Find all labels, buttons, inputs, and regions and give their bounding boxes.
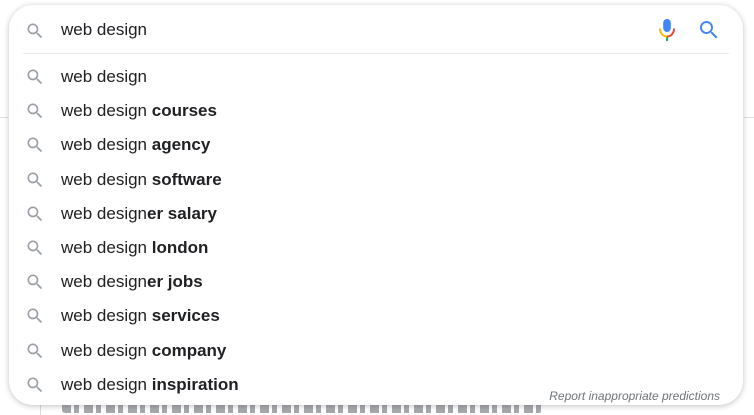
suggestion-typed-part: web design bbox=[61, 374, 152, 394]
report-predictions-link[interactable]: Report inappropriate predictions bbox=[549, 389, 720, 403]
search-divider bbox=[23, 53, 729, 54]
suggestion-typed-part: web design bbox=[61, 169, 152, 189]
search-bar bbox=[9, 5, 743, 53]
suggestion-item[interactable]: web design agency bbox=[9, 128, 743, 162]
page-divider-left bbox=[0, 117, 8, 118]
suggestion-item[interactable]: web design company bbox=[9, 334, 743, 368]
suggestion-typed-part: web design bbox=[61, 306, 152, 326]
search-icon bbox=[25, 306, 45, 326]
suggestion-typed-part: web design bbox=[61, 203, 148, 223]
suggestion-completion: software bbox=[151, 169, 222, 189]
suggestion-text: web design inspiration bbox=[61, 374, 239, 396]
suggestion-completion: courses bbox=[151, 101, 217, 121]
search-icon bbox=[25, 170, 45, 190]
suggestion-completion: company bbox=[151, 340, 227, 360]
suggestion-text: web design company bbox=[61, 340, 226, 362]
page-divider-right bbox=[744, 117, 754, 118]
suggestion-item[interactable]: web design courses bbox=[9, 94, 743, 128]
search-icon bbox=[25, 204, 45, 224]
suggestion-text: web designer salary bbox=[61, 203, 217, 225]
search-icon bbox=[25, 67, 45, 87]
search-icon bbox=[25, 238, 45, 258]
suggestion-completion: er salary bbox=[147, 203, 217, 223]
suggestion-typed-part: web design bbox=[61, 340, 152, 360]
suggestion-text: web design london bbox=[61, 237, 208, 259]
suggestion-text: web design agency bbox=[61, 134, 210, 156]
suggestion-item[interactable]: web design bbox=[9, 60, 743, 94]
suggestion-text: web design courses bbox=[61, 100, 217, 122]
google-search-button[interactable] bbox=[697, 18, 721, 42]
search-icon bbox=[25, 21, 45, 41]
suggestion-text: web designer jobs bbox=[61, 271, 203, 293]
suggestion-completion: agency bbox=[151, 135, 211, 155]
suggestion-text: web design services bbox=[61, 305, 220, 327]
microphone-icon bbox=[659, 19, 675, 41]
suggestion-completion: services bbox=[151, 306, 220, 326]
search-icon bbox=[25, 375, 45, 395]
search-icon bbox=[25, 101, 45, 121]
suggestion-list: web design web design courses web design… bbox=[9, 60, 743, 402]
suggestion-completion: london bbox=[151, 237, 209, 257]
search-icon bbox=[700, 21, 718, 39]
suggestion-text: web design bbox=[61, 66, 147, 88]
suggestion-completion: er jobs bbox=[147, 272, 203, 292]
suggestion-item[interactable]: web design software bbox=[9, 163, 743, 197]
search-autocomplete-box: web design web design courses web design… bbox=[9, 5, 743, 405]
search-icon bbox=[25, 135, 45, 155]
suggestion-item[interactable]: web design services bbox=[9, 299, 743, 333]
suggestion-text: web design software bbox=[61, 169, 222, 191]
suggestion-completion: inspiration bbox=[151, 374, 239, 394]
voice-search-button[interactable] bbox=[655, 17, 679, 43]
suggestion-item[interactable]: web designer salary bbox=[9, 197, 743, 231]
search-input[interactable] bbox=[61, 17, 621, 43]
suggestion-typed-part: web design bbox=[61, 135, 152, 155]
search-icon bbox=[25, 272, 45, 292]
suggestion-typed-part: web design bbox=[61, 272, 148, 292]
suggestion-item[interactable]: web designer jobs bbox=[9, 265, 743, 299]
suggestion-typed-part: web design bbox=[61, 67, 148, 86]
search-icon bbox=[25, 341, 45, 361]
suggestion-typed-part: web design bbox=[61, 101, 152, 121]
suggestion-typed-part: web design bbox=[61, 237, 152, 257]
suggestion-item[interactable]: web design london bbox=[9, 231, 743, 265]
